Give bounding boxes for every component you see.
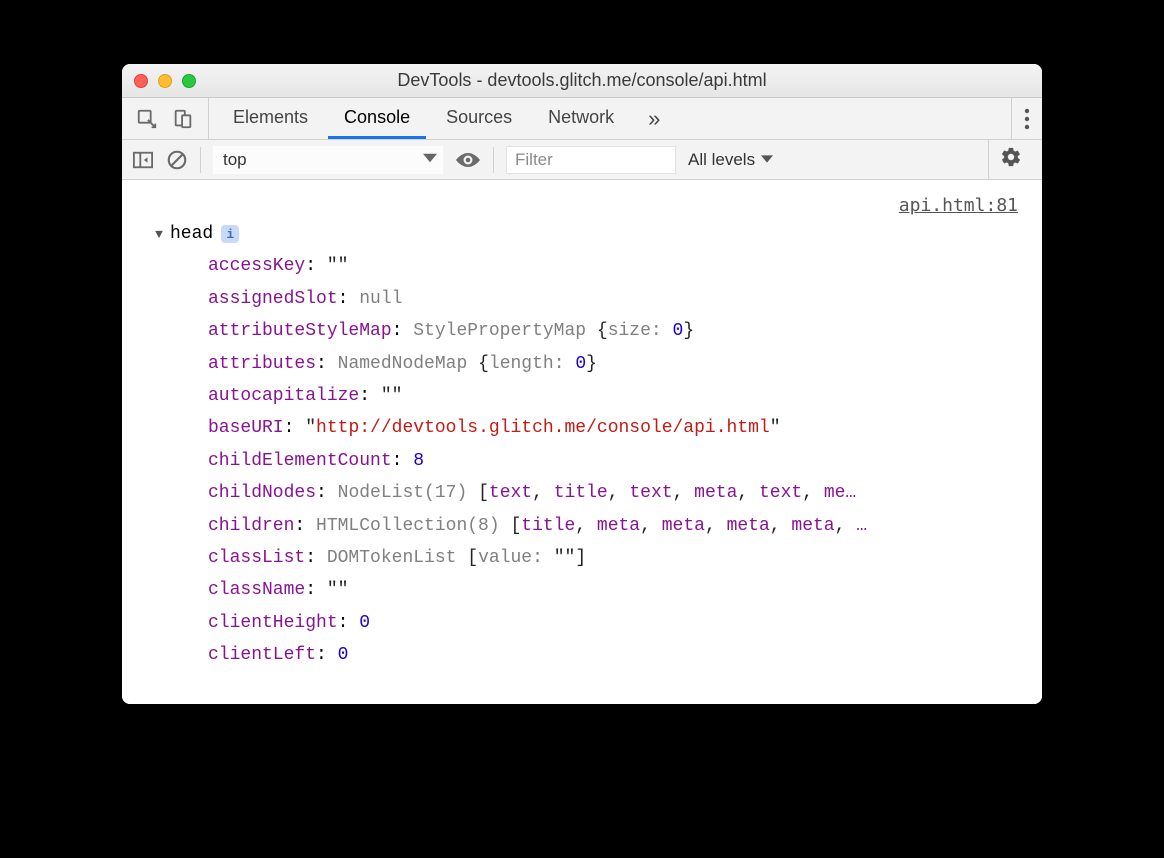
log-levels-select[interactable]: All levels [688, 150, 773, 170]
window-title: DevTools - devtools.glitch.me/console/ap… [122, 70, 1042, 91]
object-properties: accessKey: ""assignedSlot: null▶attribut… [152, 250, 1022, 671]
minimize-window-button[interactable] [158, 74, 172, 88]
property-key: classList [208, 548, 305, 568]
property-value: 0 [359, 613, 370, 633]
property-key: childElementCount [208, 451, 392, 471]
toolbar-divider [493, 147, 494, 173]
kebab-menu-button[interactable] [1011, 98, 1042, 139]
inspect-tools [122, 98, 209, 139]
clear-console-icon[interactable] [166, 149, 188, 171]
object-tree: ▼ head i accessKey: ""assignedSlot: null… [122, 180, 1042, 671]
property-key: assignedSlot [208, 289, 338, 309]
property-key: baseURI [208, 418, 284, 438]
property-row[interactable]: ▶classList: DOMTokenList [value: ""] [208, 542, 1022, 574]
property-type: DOMTokenList [327, 548, 467, 568]
property-row[interactable]: ▶attributeStyleMap: StylePropertyMap {si… [208, 315, 1022, 347]
toolbar-divider [200, 147, 201, 173]
console-toolbar: top All levels [122, 140, 1042, 180]
property-key: className [208, 580, 305, 600]
filter-input[interactable] [506, 146, 676, 174]
source-link[interactable]: api.html:81 [899, 190, 1018, 222]
property-row: clientLeft: 0 [208, 639, 1022, 671]
gear-icon [1000, 146, 1022, 173]
info-badge-icon[interactable]: i [221, 225, 239, 243]
maximize-window-button[interactable] [182, 74, 196, 88]
panel-tabs: Elements Console Sources Network » [209, 98, 1011, 139]
property-row[interactable]: ▶attributes: NamedNodeMap {length: 0} [208, 348, 1022, 380]
console-output: api.html:81 ▼ head i accessKey: ""assign… [122, 180, 1042, 704]
property-value: 0 [338, 645, 349, 665]
property-type: NodeList(17) [338, 483, 478, 503]
object-root[interactable]: ▼ head i [152, 218, 1022, 250]
property-value: http://devtools.glitch.me/console/api.ht… [316, 418, 770, 438]
property-key: accessKey [208, 256, 305, 276]
more-tabs-button[interactable]: » [634, 98, 674, 139]
property-type: StylePropertyMap [413, 321, 597, 341]
property-key: children [208, 516, 294, 536]
property-type: HTMLCollection(8) [316, 516, 510, 536]
tab-sources[interactable]: Sources [430, 98, 528, 139]
execution-context-select[interactable]: top [213, 146, 443, 174]
log-levels-label: All levels [688, 150, 755, 170]
property-type: NamedNodeMap [338, 354, 478, 374]
console-sidebar-toggle-icon[interactable] [132, 150, 154, 170]
devtools-window: DevTools - devtools.glitch.me/console/ap… [122, 64, 1042, 704]
devtools-tabs-bar: Elements Console Sources Network » [122, 98, 1042, 140]
property-row: baseURI: "http://devtools.glitch.me/cons… [208, 412, 1022, 444]
select-element-icon[interactable] [136, 108, 158, 130]
property-row: clientHeight: 0 [208, 607, 1022, 639]
property-value: null [359, 289, 402, 309]
context-select-value: top [223, 150, 247, 170]
titlebar: DevTools - devtools.glitch.me/console/ap… [122, 64, 1042, 98]
tab-elements[interactable]: Elements [217, 98, 324, 139]
close-window-button[interactable] [134, 74, 148, 88]
object-root-name: head [170, 218, 213, 250]
disclosure-triangle-open-icon: ▼ [152, 223, 166, 246]
property-value: 8 [413, 451, 424, 471]
live-expression-icon[interactable] [455, 150, 481, 170]
tab-network[interactable]: Network [532, 98, 630, 139]
tab-console[interactable]: Console [328, 98, 426, 139]
console-settings-button[interactable] [988, 140, 1032, 180]
property-row: childElementCount: 8 [208, 445, 1022, 477]
property-key: attributeStyleMap [208, 321, 392, 341]
property-row: assignedSlot: null [208, 283, 1022, 315]
property-row: className: "" [208, 574, 1022, 606]
property-key: clientLeft [208, 645, 316, 665]
property-row[interactable]: ▶childNodes: NodeList(17) [text, title, … [208, 477, 1022, 509]
chevron-down-icon [423, 150, 437, 170]
device-toggle-icon[interactable] [172, 108, 194, 130]
chevron-down-icon [761, 150, 773, 170]
property-key: attributes [208, 354, 316, 374]
property-key: autocapitalize [208, 386, 359, 406]
property-row: autocapitalize: "" [208, 380, 1022, 412]
property-row[interactable]: ▶children: HTMLCollection(8) [title, met… [208, 510, 1022, 542]
property-row: accessKey: "" [208, 250, 1022, 282]
traffic-lights [134, 74, 196, 88]
property-key: childNodes [208, 483, 316, 503]
property-key: clientHeight [208, 613, 338, 633]
